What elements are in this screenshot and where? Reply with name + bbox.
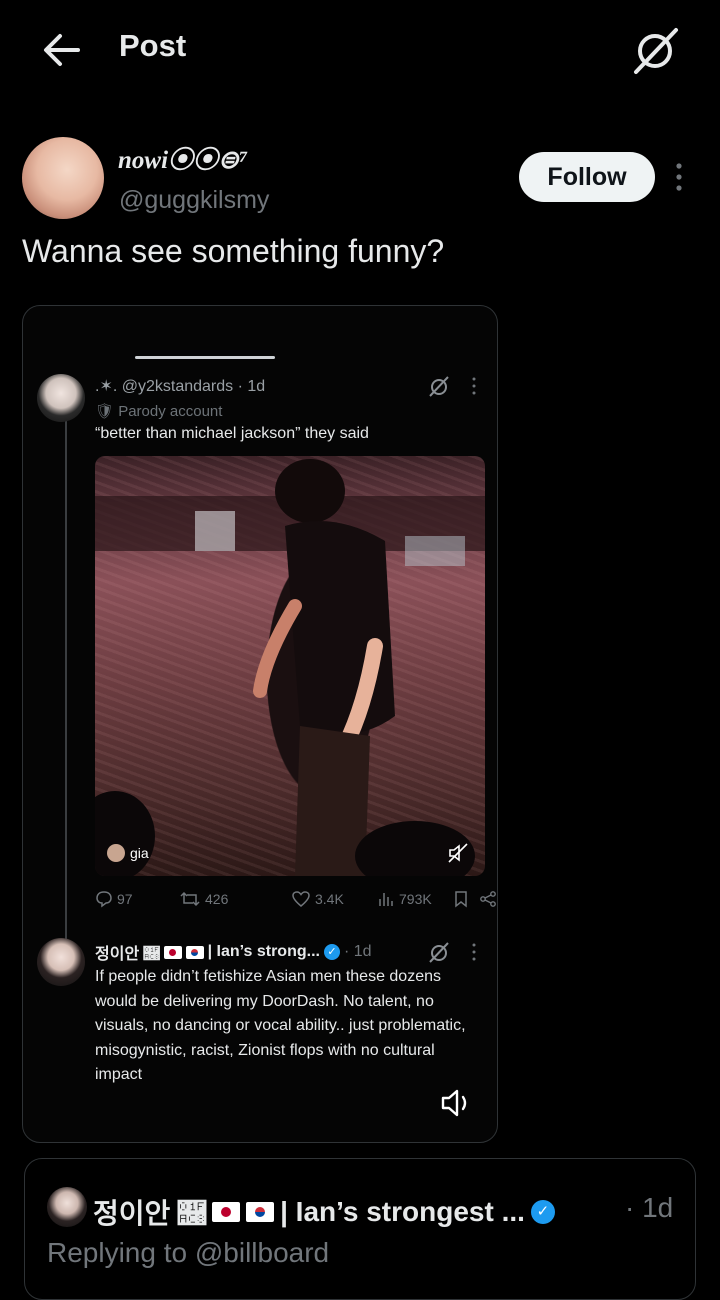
video-player[interactable]: gia (95, 456, 485, 876)
views-icon (379, 893, 393, 906)
parody-label: 🛡 Parody account (95, 403, 223, 420)
watermark-text: gia (130, 845, 149, 861)
more-options-button[interactable] (664, 160, 694, 194)
reply-author-name-tail: | Ian’s strong... (207, 943, 320, 960)
video-watermark: gia (107, 844, 149, 862)
share-button[interactable] (479, 890, 497, 908)
verified-badge-icon: ✓ (323, 944, 340, 960)
embedded-video-card[interactable]: .✶. @y2kstandards · 1d 🛡 Parody account … (22, 305, 498, 1143)
post-text: Wanna see something funny? (22, 233, 445, 269)
reply-preview-time: · 1d (625, 1192, 674, 1223)
grok-icon (429, 376, 449, 397)
quoted-text: “better than michael jackson” they said (95, 425, 369, 442)
engagement-bar: 97 426 3.4K 793K (95, 890, 496, 912)
more-vertical-icon (472, 943, 476, 961)
korea-flag-icon (185, 945, 204, 959)
heart-icon (292, 891, 310, 907)
author-avatar[interactable] (22, 137, 104, 219)
author-handle[interactable]: @guggkilsmy (119, 186, 269, 215)
more-vertical-icon (472, 377, 476, 395)
sound-toggle[interactable] (437, 1086, 477, 1120)
japan-flag-icon (212, 1202, 241, 1222)
reply-preview-avatar (47, 1187, 87, 1227)
reply-preview-author: 정이안 🫈 | Ian’s strongest ... ✓ (93, 1192, 555, 1232)
grok-button[interactable] (628, 22, 684, 78)
replying-to[interactable]: Replying to @billboard (47, 1237, 329, 1269)
view-count[interactable]: 793K (377, 890, 432, 908)
arrow-left-icon (44, 34, 80, 66)
repost-count[interactable]: 426 (179, 890, 228, 908)
thread-line (65, 406, 67, 946)
follow-button[interactable]: Follow (519, 152, 655, 202)
bookmark-icon (455, 891, 467, 908)
reply-time: · 1d (343, 943, 372, 960)
author-display-name[interactable]: nowi⦿⦿⊜⁷ (118, 140, 248, 176)
reply-count[interactable]: 97 (95, 890, 133, 908)
speaker-icon (441, 1089, 467, 1117)
reply-preview-name-tail: | Ian’s strongest ... (280, 1196, 525, 1227)
quoted-header: .✶. @y2kstandards · 1d (95, 378, 266, 395)
like-count[interactable]: 3.4K (291, 890, 344, 908)
grok-icon (429, 942, 449, 963)
reply-author: 정이안 🫈 | Ian’s strong... ✓ · 1d (95, 940, 372, 964)
reply-text: If people didn’t fetishize Asian men the… (95, 968, 466, 1083)
quoted-avatar (37, 374, 85, 422)
watermark-avatar (107, 844, 125, 862)
comment-icon (96, 891, 112, 908)
reply-preview-name: 정이안 🫈 (93, 1198, 207, 1229)
korea-flag-icon (246, 1202, 275, 1222)
japan-flag-icon (163, 945, 182, 959)
mute-icon[interactable] (447, 842, 469, 864)
page-title: Post (119, 28, 187, 63)
reply-preview-card[interactable]: 정이안 🫈 | Ian’s strongest ... ✓ · 1d Reply… (24, 1158, 696, 1300)
back-button[interactable] (38, 26, 86, 74)
grok-icon (634, 28, 678, 74)
share-icon (480, 891, 496, 907)
reply-author-name: 정이안 🫈 (95, 946, 160, 963)
reply-avatar (37, 938, 85, 986)
video-frame (95, 459, 485, 876)
bookmark-button[interactable] (453, 890, 469, 908)
drag-handle (135, 356, 275, 359)
repost-icon (180, 891, 200, 907)
more-vertical-icon (676, 163, 682, 191)
verified-badge-icon: ✓ (530, 1200, 555, 1224)
